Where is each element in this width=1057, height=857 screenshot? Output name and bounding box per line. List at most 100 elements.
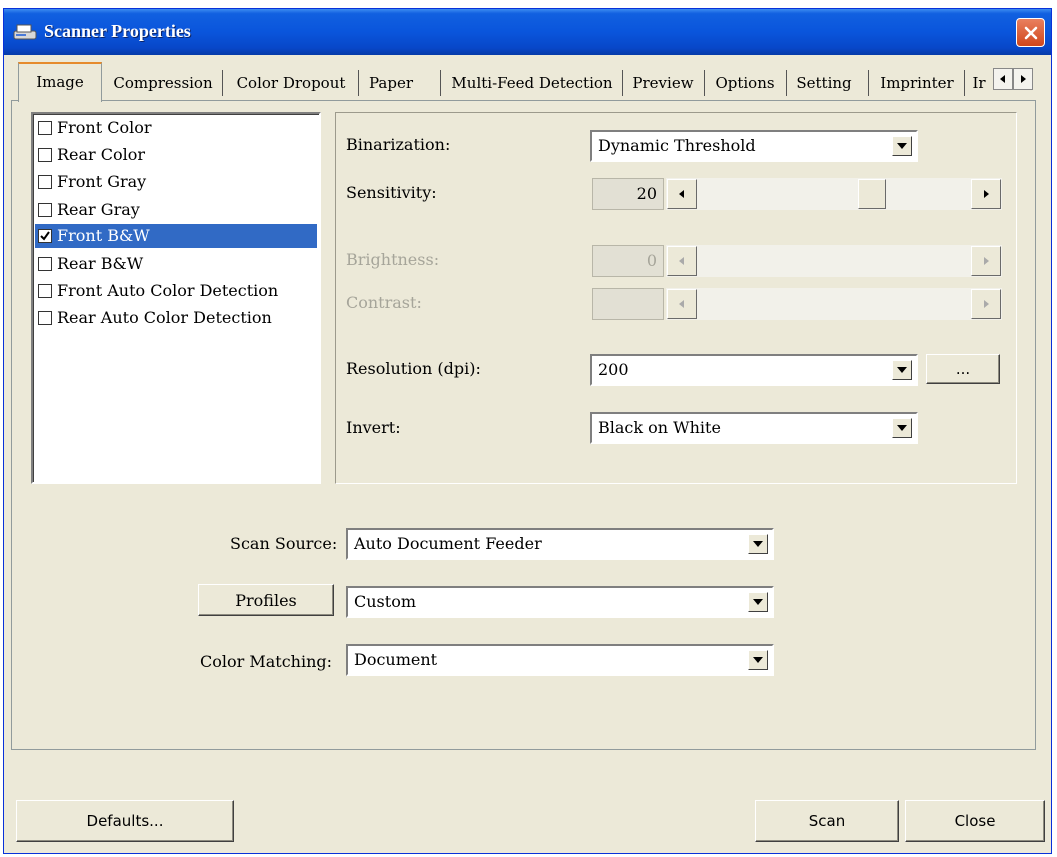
tab-paper[interactable]: Paper bbox=[362, 68, 420, 98]
slider-thumb[interactable] bbox=[858, 179, 886, 209]
close-button[interactable]: Close bbox=[905, 800, 1045, 842]
slider-increase-button bbox=[971, 289, 1001, 319]
tab-compression[interactable]: Compression bbox=[106, 68, 220, 98]
tab-scroll-right-button[interactable] bbox=[1013, 68, 1033, 90]
list-item-label: Rear Auto Color Detection bbox=[57, 308, 272, 327]
list-item-rear-auto-color-detection[interactable]: Rear Auto Color Detection bbox=[35, 306, 317, 330]
dropdown-arrow-button[interactable] bbox=[892, 418, 912, 438]
brightness-label: Brightness: bbox=[346, 250, 440, 269]
checkbox[interactable] bbox=[38, 284, 52, 298]
dropdown-arrow-button[interactable] bbox=[748, 592, 768, 612]
resolution-value: 200 bbox=[598, 360, 629, 379]
invert-value: Black on White bbox=[598, 418, 721, 437]
chevron-down-icon bbox=[897, 367, 907, 373]
arrow-right-icon bbox=[1021, 75, 1026, 83]
list-item-rear-gray[interactable]: Rear Gray bbox=[35, 198, 317, 222]
contrast-label: Contrast: bbox=[346, 293, 422, 312]
checkbox[interactable] bbox=[38, 175, 52, 189]
checkbox-checked[interactable] bbox=[38, 229, 52, 243]
list-item-label: Rear Color bbox=[57, 145, 146, 164]
slider-decrease-button bbox=[667, 246, 697, 276]
checkbox[interactable] bbox=[38, 311, 52, 325]
list-item-label: Front B&W bbox=[57, 226, 150, 245]
list-item-front-gray[interactable]: Front Gray bbox=[35, 170, 317, 194]
scan-source-label: Scan Source: bbox=[230, 534, 338, 553]
invert-dropdown[interactable]: Black on White bbox=[590, 412, 918, 444]
list-item-rear-color[interactable]: Rear Color bbox=[35, 143, 317, 167]
tab-color-dropout[interactable]: Color Dropout bbox=[226, 68, 356, 98]
tab-separator bbox=[786, 70, 787, 96]
sensitivity-label: Sensitivity: bbox=[346, 183, 437, 202]
checkbox[interactable] bbox=[38, 257, 52, 271]
tab-preview[interactable]: Preview bbox=[626, 68, 700, 98]
color-matching-dropdown[interactable]: Document bbox=[346, 644, 774, 676]
resolution-label: Resolution (dpi): bbox=[346, 359, 481, 378]
arrow-left-icon bbox=[679, 190, 684, 198]
tab-scroll-left-button[interactable] bbox=[993, 68, 1013, 90]
profiles-button[interactable]: Profiles bbox=[198, 584, 334, 616]
list-item-label: Front Gray bbox=[57, 172, 147, 191]
slider-decrease-button bbox=[667, 289, 697, 319]
binarization-label: Binarization: bbox=[346, 135, 451, 154]
checkbox[interactable] bbox=[38, 203, 52, 217]
profiles-dropdown[interactable]: Custom bbox=[346, 586, 774, 618]
dropdown-arrow-button[interactable] bbox=[892, 360, 912, 380]
resolution-more-button[interactable]: ... bbox=[926, 354, 1000, 384]
defaults-button[interactable]: Defaults... bbox=[16, 800, 234, 842]
tab-imprinter[interactable]: Imprinter bbox=[874, 68, 960, 98]
color-matching-value: Document bbox=[354, 650, 438, 669]
checkbox[interactable] bbox=[38, 121, 52, 135]
brightness-slider bbox=[666, 245, 1002, 277]
tab-image[interactable]: Image bbox=[18, 62, 102, 102]
sensitivity-value[interactable]: 20 bbox=[592, 178, 664, 210]
scan-button[interactable]: Scan bbox=[755, 800, 899, 842]
list-item-label: Rear B&W bbox=[57, 254, 144, 273]
list-item-label: Rear Gray bbox=[57, 200, 140, 219]
slider-increase-button[interactable] bbox=[971, 179, 1001, 209]
tab-separator bbox=[222, 70, 223, 96]
arrow-right-icon bbox=[984, 300, 989, 308]
color-matching-label: Color Matching: bbox=[200, 652, 333, 671]
resolution-dropdown[interactable]: 200 bbox=[590, 354, 918, 386]
dropdown-arrow-button[interactable] bbox=[892, 136, 912, 156]
brightness-value: 0 bbox=[592, 245, 664, 277]
tab-separator bbox=[704, 70, 705, 96]
arrow-left-icon bbox=[679, 300, 684, 308]
list-item-front-color[interactable]: Front Color bbox=[35, 116, 317, 140]
slider-decrease-button[interactable] bbox=[667, 179, 697, 209]
list-item-front-auto-color-detection[interactable]: Front Auto Color Detection bbox=[35, 279, 317, 303]
binarization-dropdown[interactable]: Dynamic Threshold bbox=[590, 130, 918, 162]
arrow-right-icon bbox=[984, 190, 989, 198]
list-item-label: Front Color bbox=[57, 118, 152, 137]
chevron-down-icon bbox=[753, 541, 763, 547]
list-item-rear-bw[interactable]: Rear B&W bbox=[35, 252, 317, 276]
tab-multi-feed-detection[interactable]: Multi-Feed Detection bbox=[446, 68, 618, 98]
sensitivity-slider[interactable] bbox=[666, 178, 1002, 210]
scan-source-dropdown[interactable]: Auto Document Feeder bbox=[346, 528, 774, 560]
arrow-left-icon bbox=[1000, 75, 1005, 83]
close-window-button[interactable] bbox=[1016, 18, 1045, 47]
dropdown-arrow-button[interactable] bbox=[748, 534, 768, 554]
image-type-list[interactable]: Front Color Rear Color Front Gray Rear G… bbox=[31, 112, 321, 484]
slider-increase-button bbox=[971, 246, 1001, 276]
chevron-down-icon bbox=[753, 599, 763, 605]
chevron-down-icon bbox=[753, 657, 763, 663]
tab-truncated[interactable]: Ir bbox=[968, 68, 990, 98]
arrow-right-icon bbox=[984, 257, 989, 265]
title-bar[interactable]: Scanner Properties bbox=[4, 9, 1051, 55]
profiles-value: Custom bbox=[354, 592, 416, 611]
scan-source-value: Auto Document Feeder bbox=[354, 534, 542, 553]
tab-separator bbox=[622, 70, 623, 96]
list-item-front-bw[interactable]: Front B&W bbox=[35, 224, 317, 248]
tab-separator bbox=[868, 70, 869, 96]
dropdown-arrow-button[interactable] bbox=[748, 650, 768, 670]
tab-setting[interactable]: Setting bbox=[790, 68, 858, 98]
tab-separator bbox=[358, 70, 359, 96]
arrow-left-icon bbox=[679, 257, 684, 265]
list-item-label: Front Auto Color Detection bbox=[57, 281, 279, 300]
checkbox[interactable] bbox=[38, 148, 52, 162]
tab-options[interactable]: Options bbox=[708, 68, 782, 98]
binarization-value: Dynamic Threshold bbox=[598, 136, 756, 155]
contrast-value bbox=[592, 288, 664, 320]
tab-separator bbox=[964, 70, 965, 96]
